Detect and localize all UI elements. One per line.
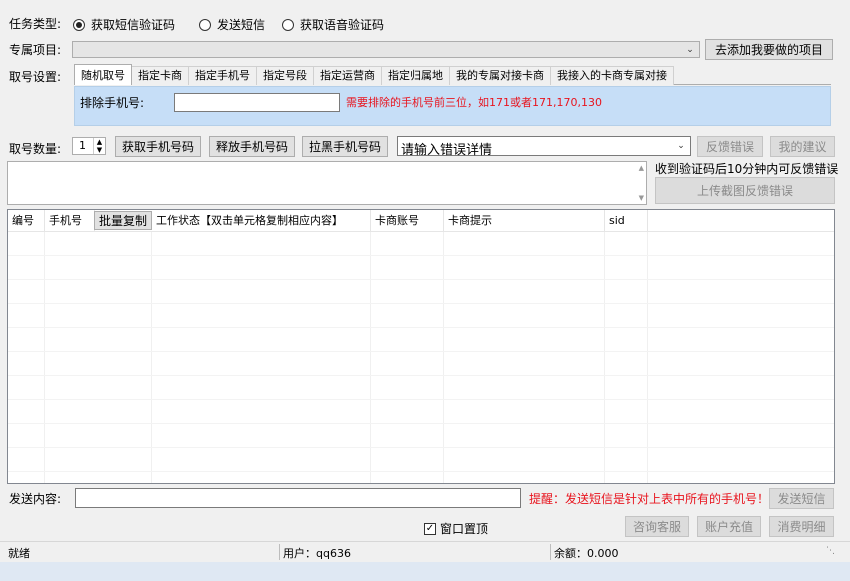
tab-number-segment[interactable]: 指定号段 [256,66,314,85]
stepper-down-icon[interactable]: ▼ [93,146,105,154]
quantity-value: 1 [79,139,86,152]
grid-line [8,279,834,280]
grid-line [8,375,834,376]
exclude-input[interactable] [174,93,340,112]
customer-service-button[interactable]: 咨询客服 [625,516,689,537]
status-state: 就绪 [8,547,30,560]
get-number-button[interactable]: 获取手机号码 [115,136,201,157]
upload-screenshot-button[interactable]: 上传截图反馈错误 [655,177,835,204]
chevron-down-icon: ⌄ [677,141,685,151]
grid-line [604,231,605,483]
send-content-input[interactable] [75,488,521,508]
radio-label: 获取短信验证码 [91,18,176,32]
chevron-down-icon: ⌄ [686,44,694,55]
feedback-note: 收到验证码后10分钟内可反馈错误 [655,162,839,176]
grid-line [8,423,834,424]
error-detail-select[interactable]: 请输入错误详情 ⌄ [397,136,691,158]
send-sms-button[interactable]: 发送短信 [769,488,834,509]
quantity-stepper[interactable]: 1 ▲ ▼ [72,137,106,155]
exclude-label: 排除手机号: [80,96,145,110]
grid-line [8,303,834,304]
grid-line [8,399,834,400]
tab-random[interactable]: 随机取号 [74,64,132,85]
checkbox-label: 窗口置顶 [440,522,489,536]
exclude-panel: 排除手机号: 需要排除的手机号前三位，如171或者171,170,130 [74,86,831,126]
radio-indicator [73,18,85,31]
grid-line [8,231,834,232]
tab-carrier-merchant[interactable]: 指定卡商 [131,66,189,85]
tab-operator[interactable]: 指定运营商 [313,66,382,85]
column-header-sid[interactable]: sid [605,210,648,231]
send-reminder: 提醒：发送短信是针对上表中所有的手机号！ [529,492,770,506]
window-bottom-edge [0,562,850,581]
status-separator [550,544,551,560]
radio-label: 获取语音验证码 [300,18,385,32]
scroll-up-icon[interactable]: ▲ [639,164,644,172]
add-project-button[interactable]: 去添加我要做的项目 [705,39,833,60]
scroll-down-icon[interactable]: ▼ [639,194,644,202]
column-header-merchant-hint[interactable]: 卡商提示 [444,210,605,231]
grid-line [44,231,45,483]
tab-my-merchant[interactable]: 我的专属对接卡商 [449,66,551,85]
column-header-merchant-account[interactable]: 卡商账号 [371,210,444,231]
number-settings-tabs: 随机取号 指定卡商 指定手机号 指定号段 指定运营商 指定归属地 我的专属对接卡… [74,64,674,85]
status-separator [279,544,280,560]
status-user: 用户：qq636 [283,547,351,560]
resize-grip-icon[interactable]: ⋱ [826,546,835,556]
radio-voice-code[interactable]: 获取语音验证码 [282,16,384,33]
phone-number-table[interactable]: 编号 手机号 批量复制 工作状态【双击单元格复制相应内容】 卡商账号 卡商提示 … [7,209,835,484]
grid-line [8,255,834,256]
tab-region[interactable]: 指定归属地 [381,66,450,85]
radio-indicator [282,18,294,31]
grid-line [370,231,371,483]
feedback-textarea[interactable]: ▲ ▼ [7,161,647,205]
batch-copy-button[interactable]: 批量复制 [94,211,152,230]
radio-label: 发送短信 [217,18,266,32]
radio-sms-code[interactable]: 获取短信验证码 [73,16,175,33]
window-topmost-checkbox[interactable]: ✓ 窗口置顶 [424,520,488,537]
grid-line [8,327,834,328]
grid-line [151,231,152,483]
grid-line [8,471,834,472]
status-balance: 余额：0.000 [554,547,619,560]
check-icon: ✓ [424,522,436,535]
tab-specific-number[interactable]: 指定手机号 [188,66,257,85]
release-number-button[interactable]: 释放手机号码 [209,136,295,157]
status-bar: 就绪 用户：qq636 余额：0.000 ⋱ [0,541,850,561]
grid-line [443,231,444,483]
recharge-button[interactable]: 账户充值 [697,516,761,537]
blacklist-number-button[interactable]: 拉黑手机号码 [302,136,388,157]
project-label: 专属项目: [9,43,62,57]
exclude-hint: 需要排除的手机号前三位，如171或者171,170,130 [346,96,602,109]
radio-indicator [199,18,211,31]
stepper-up-icon[interactable]: ▲ [93,138,105,146]
feedback-error-button[interactable]: 反馈错误 [697,136,763,157]
grid-line [647,231,648,483]
number-settings-label: 取号设置: [9,70,62,84]
radio-send-sms[interactable]: 发送短信 [199,16,265,33]
error-detail-value: 请输入错误详情 [401,143,493,158]
column-header-phone[interactable]: 手机号 [45,210,95,231]
column-header-status[interactable]: 工作状态【双击单元格复制相应内容】 [152,210,371,231]
expense-detail-button[interactable]: 消费明细 [769,516,834,537]
column-header-id[interactable]: 编号 [8,210,45,231]
project-select[interactable]: ⌄ [72,41,700,58]
quantity-label: 取号数量: [9,142,62,156]
send-content-label: 发送内容: [9,492,62,506]
grid-line [8,351,834,352]
grid-line [8,447,834,448]
task-type-label: 任务类型: [9,17,62,31]
tab-joined-merchant[interactable]: 我接入的卡商专属对接 [550,66,674,85]
suggestion-button[interactable]: 我的建议 [770,136,835,157]
